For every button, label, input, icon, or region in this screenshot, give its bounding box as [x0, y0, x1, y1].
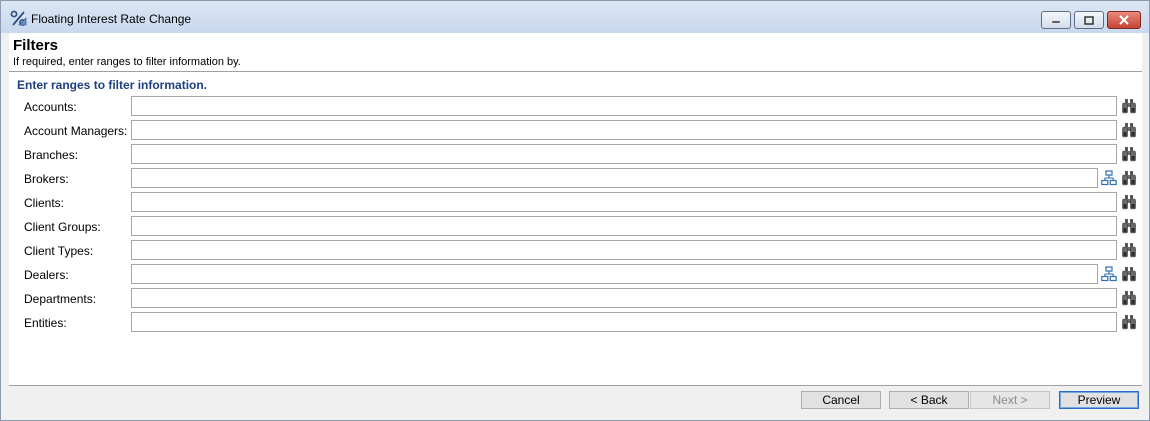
filter-row-client-types: Client Types:	[9, 239, 1142, 261]
percent-app-icon	[10, 10, 27, 26]
dealers-input[interactable]	[131, 264, 1098, 284]
brokers-input[interactable]	[131, 168, 1098, 188]
filter-row-entities: Entities:	[9, 311, 1142, 333]
wizard-content: Filters If required, enter ranges to fil…	[9, 33, 1142, 385]
binoculars-icon[interactable]	[1120, 289, 1138, 307]
binoculars-icon[interactable]	[1120, 145, 1138, 163]
binoculars-icon[interactable]	[1120, 241, 1138, 259]
maximize-icon	[1084, 15, 1094, 25]
filter-label: Dealers:	[24, 268, 69, 282]
hierarchy-tree-icon[interactable]	[1101, 266, 1117, 282]
minimize-button[interactable]	[1041, 11, 1071, 29]
filter-row-dealers: Dealers:	[9, 263, 1142, 285]
next-button[interactable]: Next >	[970, 391, 1050, 409]
page-title: Filters	[13, 37, 59, 54]
client-types-input[interactable]	[131, 240, 1117, 260]
filter-row-account-managers: Account Managers:	[9, 119, 1142, 141]
maximize-button[interactable]	[1074, 11, 1104, 29]
cancel-button[interactable]: Cancel	[801, 391, 881, 409]
filter-row-accounts: Accounts:	[9, 95, 1142, 117]
binoculars-icon[interactable]	[1120, 193, 1138, 211]
close-button[interactable]	[1107, 11, 1141, 29]
binoculars-icon[interactable]	[1120, 217, 1138, 235]
filter-row-client-groups: Client Groups:	[9, 215, 1142, 237]
filter-label: Client Groups:	[24, 220, 101, 234]
filter-row-clients: Clients:	[9, 191, 1142, 213]
header-divider	[9, 71, 1142, 72]
back-button[interactable]: < Back	[889, 391, 969, 409]
footer-divider	[9, 385, 1142, 386]
filter-label: Client Types:	[24, 244, 94, 258]
branches-input[interactable]	[131, 144, 1117, 164]
page-subtitle: If required, enter ranges to filter info…	[13, 56, 241, 68]
account-managers-input[interactable]	[131, 120, 1117, 140]
filter-label: Clients:	[24, 196, 65, 210]
hierarchy-tree-icon[interactable]	[1101, 170, 1117, 186]
filter-label: Account Managers:	[24, 124, 128, 138]
client-groups-input[interactable]	[131, 216, 1117, 236]
entities-input[interactable]	[131, 312, 1117, 332]
binoculars-icon[interactable]	[1120, 313, 1138, 331]
departments-input[interactable]	[131, 288, 1117, 308]
filter-label: Entities:	[24, 316, 67, 330]
filter-label: Branches:	[24, 148, 79, 162]
filter-row-branches: Branches:	[9, 143, 1142, 165]
binoculars-icon[interactable]	[1120, 169, 1138, 187]
binoculars-icon[interactable]	[1120, 265, 1138, 283]
minimize-icon	[1051, 20, 1061, 24]
app-window: Floating Interest Rate Change Filters If…	[0, 0, 1150, 421]
clients-input[interactable]	[131, 192, 1117, 212]
title-bar[interactable]: Floating Interest Rate Change	[1, 1, 1149, 33]
window-title: Floating Interest Rate Change	[31, 12, 192, 26]
binoculars-icon[interactable]	[1120, 121, 1138, 139]
filter-row-departments: Departments:	[9, 287, 1142, 309]
filter-label: Brokers:	[24, 172, 69, 186]
preview-button[interactable]: Preview	[1059, 391, 1139, 409]
filter-label: Departments:	[24, 292, 97, 306]
accounts-input[interactable]	[131, 96, 1117, 116]
close-icon	[1119, 15, 1129, 25]
filter-group-title: Enter ranges to filter information.	[17, 78, 208, 92]
binoculars-icon[interactable]	[1120, 97, 1138, 115]
filter-label: Accounts:	[24, 100, 77, 114]
filter-row-brokers: Brokers:	[9, 167, 1142, 189]
